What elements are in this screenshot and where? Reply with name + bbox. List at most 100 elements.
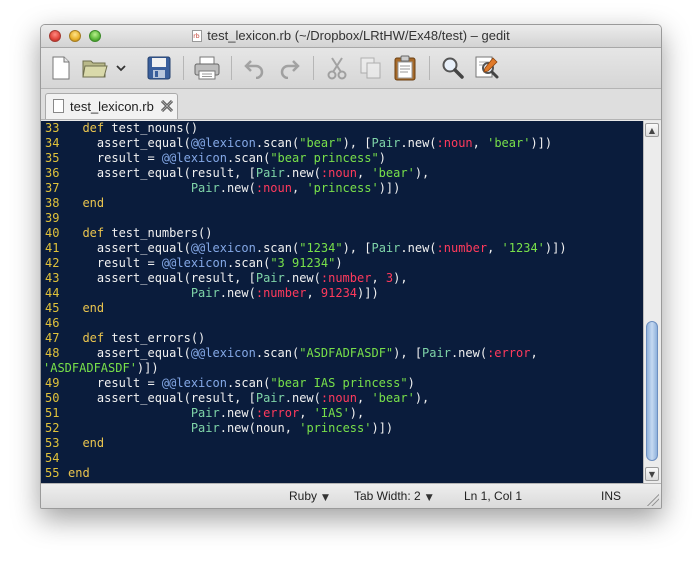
code-line: 46 — [41, 316, 643, 331]
title-bar[interactable]: test_lexicon.rb (~/Dropbox/LRtHW/Ex48/te… — [41, 25, 661, 48]
redo-button[interactable] — [275, 54, 303, 82]
code-token: end — [68, 196, 105, 210]
code-token: result = — [68, 376, 162, 390]
code-token: , — [357, 166, 372, 180]
code-text: end — [68, 436, 104, 451]
code-token: "1234" — [299, 241, 343, 255]
code-token: ) — [335, 256, 343, 270]
code-token: :number — [436, 241, 488, 255]
code-token: ), — [349, 406, 365, 420]
new-document-button[interactable] — [47, 54, 75, 82]
code-text: result = @@lexicon.scan("3 91234") — [68, 256, 343, 271]
scroll-up-arrow-icon[interactable]: ▲ — [645, 123, 659, 137]
code-text: end — [68, 196, 104, 211]
code-token: :error — [255, 406, 300, 420]
code-token: ) — [407, 376, 415, 390]
code-token: assert_equal( — [68, 136, 191, 150]
code-text: def test_numbers() — [68, 226, 213, 241]
code-token: ), — [393, 271, 408, 285]
code-line: 34 assert_equal(@@lexicon.scan("bear"), … — [41, 136, 643, 151]
line-number: 36 — [45, 166, 60, 180]
line-number: 38 — [45, 196, 60, 210]
code-line: 39 — [41, 211, 643, 226]
line-number: 54 — [45, 451, 60, 465]
paste-button[interactable] — [391, 54, 419, 82]
find-button[interactable] — [439, 54, 467, 82]
code-line: 38 end — [41, 196, 643, 211]
code-token: )]) — [544, 241, 567, 255]
window-title-text: test_lexicon.rb (~/Dropbox/LRtHW/Ex48/te… — [207, 28, 510, 43]
toolbar-separator — [429, 56, 430, 80]
code-token: "bear" — [299, 136, 343, 150]
copy-icon — [360, 57, 381, 79]
code-text: Pair.new(:number, 91234)]) — [68, 286, 379, 301]
code-line: 44 Pair.new(:number, 91234)]) — [41, 286, 643, 301]
find-replace-button[interactable] — [473, 54, 501, 82]
code-token: Pair — [190, 421, 220, 435]
scrollbar-thumb[interactable] — [646, 321, 658, 461]
code-text: Pair.new(:error, 'IAS'), — [68, 406, 364, 421]
code-text: def test_nouns() — [68, 121, 198, 136]
code-token: Pair — [371, 136, 401, 150]
code-token: result = — [68, 151, 162, 165]
code-text: assert_equal(@@lexicon.scan("1234"), [Pa… — [68, 241, 567, 256]
code-token: ), [ — [342, 241, 372, 255]
code-editor[interactable]: 33 def test_nouns() 34 assert_equal(@@lex… — [41, 121, 643, 483]
resize-grip-icon[interactable] — [647, 494, 659, 506]
code-token: 'princess' — [306, 181, 379, 195]
undo-button[interactable] — [241, 54, 269, 82]
code-token: .new( — [284, 271, 321, 285]
language-selector[interactable]: Ruby ▼ — [289, 489, 329, 503]
code-token: , — [306, 286, 321, 300]
folder-open-icon — [82, 60, 108, 78]
line-number: 37 — [45, 181, 60, 195]
code-lines: 33 def test_nouns() 34 assert_equal(@@lex… — [41, 121, 643, 481]
code-token: .scan( — [226, 376, 271, 390]
code-token: "bear princess" — [270, 151, 379, 165]
chevron-down-icon — [116, 65, 126, 72]
insert-mode: INS — [601, 489, 622, 503]
code-token: 'bear' — [371, 166, 415, 180]
open-recent-button[interactable] — [113, 54, 129, 82]
code-token: "ASDFADFASDF" — [299, 346, 394, 360]
save-button[interactable] — [145, 54, 173, 82]
open-button[interactable] — [81, 54, 109, 82]
vertical-scrollbar[interactable]: ▲ ▼ — [643, 121, 661, 483]
tab-test-lexicon[interactable]: test_lexicon.rb — [45, 93, 178, 119]
find-replace-icon — [475, 56, 499, 79]
close-tab-icon[interactable] — [159, 98, 175, 114]
code-token: .scan( — [226, 151, 271, 165]
scroll-down-arrow-icon[interactable]: ▼ — [645, 467, 659, 481]
code-token: .new(noun, — [219, 421, 300, 435]
code-token: 'princess' — [299, 421, 372, 435]
copy-button[interactable] — [357, 54, 385, 82]
toolbar-separator — [231, 56, 232, 80]
scissors-icon — [327, 57, 347, 80]
code-token: Pair — [255, 391, 285, 405]
code-token: Pair — [190, 286, 220, 300]
code-token: def — [68, 121, 112, 135]
code-line: 43 assert_equal(result, [Pair.new(:numbe… — [41, 271, 643, 286]
code-line: 37 Pair.new(:noun, 'princess')]) — [41, 181, 643, 196]
code-line: 42 result = @@lexicon.scan("3 91234") — [41, 256, 643, 271]
cut-button[interactable] — [323, 54, 351, 82]
code-token: @@lexicon — [161, 151, 227, 165]
line-number: 52 — [45, 421, 60, 435]
code-token: ), [ — [393, 346, 423, 360]
tab-bar: test_lexicon.rb — [41, 89, 661, 120]
code-text: end — [68, 301, 104, 316]
code-token: end — [68, 436, 105, 450]
line-number: 33 — [45, 121, 60, 135]
code-token: "3 91234" — [270, 256, 336, 270]
code-token: Pair — [255, 166, 285, 180]
code-token: end — [68, 301, 105, 315]
code-token: .new( — [284, 391, 321, 405]
tab-width-selector[interactable]: Tab Width: 2 ▼ — [354, 489, 433, 503]
code-token: test_numbers() — [111, 226, 213, 240]
code-line: 35 result = @@lexicon.scan("bear princes… — [41, 151, 643, 166]
print-button[interactable] — [193, 54, 221, 82]
code-token: :noun — [255, 181, 292, 195]
line-number: 40 — [45, 226, 60, 240]
gedit-window: test_lexicon.rb (~/Dropbox/LRtHW/Ex48/te… — [40, 24, 662, 509]
